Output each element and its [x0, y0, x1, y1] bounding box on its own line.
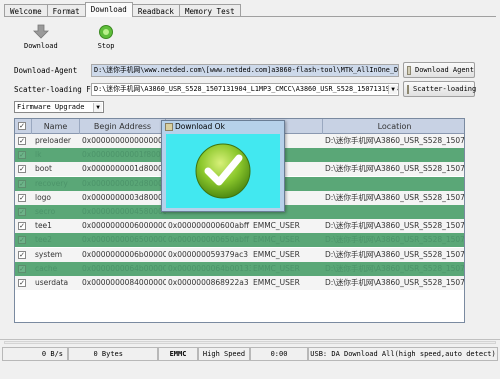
cell-region: EMMC_USER: [253, 235, 300, 245]
row-checkbox[interactable]: ✓: [18, 222, 26, 231]
cell-region: EMMC_USER: [253, 249, 300, 259]
chevron-down-icon[interactable]: ▼: [93, 103, 102, 112]
download-ok-dialog: Download Ok: [161, 120, 285, 212]
row-checkbox[interactable]: ✓: [18, 137, 26, 145]
status-usb-speed: High Speed: [198, 347, 250, 361]
cell-begin: 0x0000000006b00000: [82, 249, 166, 259]
select-all-column[interactable]: ✓: [15, 119, 32, 134]
row-checkbox[interactable]: ✓: [18, 208, 26, 216]
cell-begin: 0x0000000006500000: [82, 235, 166, 245]
row-checkbox[interactable]: ✓: [18, 179, 26, 188]
progress-bar: [4, 341, 496, 344]
status-message: USB: DA Download All(high speed,auto det…: [308, 347, 498, 361]
download-agent-button[interactable]: Download Agent: [403, 62, 475, 78]
select-all-checkbox[interactable]: ✓: [18, 122, 26, 130]
cell-name: lk: [35, 150, 42, 160]
row-checkbox[interactable]: ✓: [18, 264, 26, 273]
folder-icon: [407, 84, 409, 94]
scatter-loading-button[interactable]: Scatter-loading: [403, 81, 477, 97]
cell-location: D:\迷你手机网\A3860_USR_S528_1507131904_L: [325, 136, 465, 145]
stop-button[interactable]: Stop: [96, 24, 116, 50]
scatter-loading-button-label: Scatter-loading: [413, 85, 477, 93]
cell-location: [325, 148, 464, 162]
cell-begin: 0x0000000001d80000: [82, 164, 166, 174]
cell-region: EMMC_USER: [253, 278, 300, 287]
status-time: 0:00: [250, 347, 308, 361]
cell-end: 0x0000000868922a3: [168, 278, 249, 287]
dialog-title: Download Ok: [175, 122, 225, 131]
mode-select-value: Firmware Upgrade: [17, 103, 85, 111]
stop-label: Stop: [97, 42, 115, 50]
cell-name: preloader: [35, 136, 72, 145]
download-agent-label: Download-Agent: [14, 66, 78, 75]
cell-begin: 0x0000000064b00000: [82, 263, 166, 273]
cell-begin: 0x0000000004580000: [82, 207, 166, 216]
cell-name: tee2: [35, 235, 52, 245]
status-bar: 0 B/s 0 Bytes EMMC High Speed 0:00 USB: …: [0, 347, 500, 361]
cell-location: D:\迷你手机网\A3860_USR_S528_1507131904_L: [325, 278, 465, 287]
cell-name: system: [35, 249, 63, 259]
download-button[interactable]: Download: [24, 24, 58, 50]
column-header-location[interactable]: Location: [323, 119, 464, 134]
cell-begin: 0x0000000006000000: [82, 221, 166, 231]
column-header-name[interactable]: Name: [32, 119, 80, 134]
column-header-begin-address[interactable]: Begin Address: [80, 119, 166, 134]
cell-region: EMMC_USER: [253, 221, 300, 231]
stop-icon: [99, 25, 113, 39]
table-row[interactable]: ✓ tee2 0x0000000006500000 0x000000000650abf…: [15, 233, 465, 248]
table-row[interactable]: ✓ cache 0x0000000064b00000 0x0000000064b001…: [15, 261, 465, 276]
cell-region: EMMC_USER: [253, 263, 300, 273]
cell-location: D:\迷你手机网\A3860_USR_S528_1507131904_L: [325, 221, 465, 231]
scatter-file-path-field[interactable]: D:\迷你手机网\A3860_USR_S528_1507131904_L1MP3…: [91, 83, 399, 96]
scatter-file-path: D:\迷你手机网\A3860_USR_S528_1507131904_L1MP3…: [94, 85, 399, 93]
cell-name: tee1: [35, 221, 52, 231]
folder-icon: [407, 65, 411, 75]
row-checkbox[interactable]: ✓: [18, 250, 26, 259]
dialog-body[interactable]: [166, 134, 280, 208]
cell-end: 0x000000000650abff: [168, 235, 249, 245]
tab-divider: [4, 16, 496, 17]
cell-name: secro: [35, 207, 56, 216]
cell-location: D:\迷你手机网\A3860_USR_S528_1507131904_L: [325, 263, 465, 273]
row-checkbox[interactable]: ✓: [18, 279, 26, 287]
download-agent-path-field[interactable]: D:\迷你手机网\www.netded.com\[www.netded.com]…: [91, 64, 399, 77]
status-speed: 0 B/s: [2, 347, 68, 361]
cell-location: [325, 205, 464, 219]
mode-select[interactable]: Firmware Upgrade ▼: [14, 101, 104, 113]
cell-location: D:\迷你手机网\A3860_USR_S528_1507131904_L: [325, 249, 465, 259]
row-checkbox[interactable]: ✓: [18, 193, 26, 202]
tab-download[interactable]: Download: [84, 2, 133, 17]
cell-location: D:\迷你手机网\A3860_USR_S528_1507131904_L: [325, 235, 465, 245]
row-checkbox[interactable]: ✓: [18, 236, 26, 245]
table-row[interactable]: ✓ userdata 0x0000000084000000 0x00000008689…: [15, 276, 464, 290]
row-checkbox[interactable]: ✓: [18, 165, 26, 174]
cell-name: recovery: [35, 178, 68, 188]
chevron-down-icon[interactable]: ▼: [388, 85, 397, 94]
cell-begin: 0x0000000002d80000: [82, 178, 166, 188]
cell-name: boot: [35, 164, 52, 174]
status-divider: [0, 339, 500, 340]
cell-begin: 0x0000000003d80000: [82, 192, 166, 202]
cell-name: cache: [35, 263, 58, 273]
status-storage: EMMC: [158, 347, 198, 361]
cell-begin: 0x0000000000000000: [82, 136, 166, 145]
cell-end: 0x0000000064b00133: [168, 263, 251, 273]
table-row[interactable]: ✓ tee1 0x0000000006000000 0x000000000600abf…: [15, 219, 465, 234]
cell-end: 0x000000000600abff: [168, 221, 249, 231]
row-checkbox[interactable]: ✓: [18, 151, 26, 160]
cell-location: [325, 177, 464, 191]
cell-end: 0x000000059379ac3: [168, 249, 248, 259]
download-arrow-icon: [32, 24, 49, 39]
cell-begin: 0x00000000001f8000: [82, 150, 166, 160]
download-label: Download: [24, 42, 58, 50]
cell-name: logo: [35, 192, 52, 202]
cell-location: D:\迷你手机网\A3860_USR_S528_1507131904_L: [325, 164, 465, 174]
download-agent-button-label: Download Agent: [414, 66, 474, 74]
table-row[interactable]: ✓ system 0x0000000006b00000 0x000000059379a…: [15, 247, 465, 262]
status-bytes: 0 Bytes: [68, 347, 158, 361]
cell-name: userdata: [35, 278, 69, 287]
cell-begin: 0x0000000084000000: [82, 278, 166, 287]
cell-location: D:\迷你手机网\A3860_USR_S528_1507131904_L: [325, 192, 465, 202]
checkmark-icon: [195, 143, 251, 199]
